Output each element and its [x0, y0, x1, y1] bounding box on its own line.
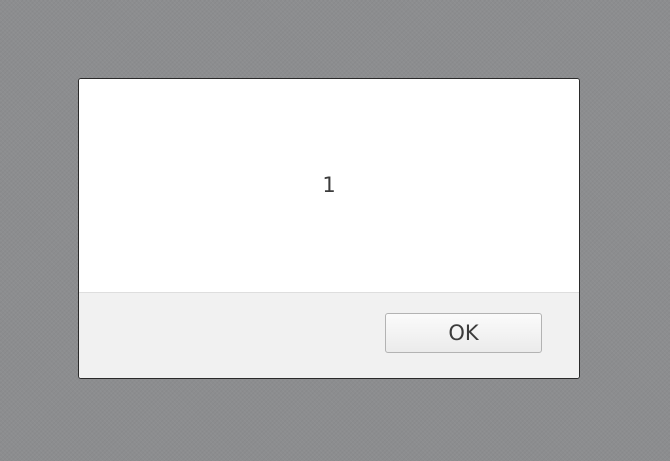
alert-dialog: 1 OK — [78, 78, 580, 379]
dialog-message: 1 — [322, 172, 336, 197]
dialog-body: 1 — [79, 79, 579, 292]
dialog-footer: OK — [79, 292, 579, 378]
ok-button[interactable]: OK — [385, 313, 542, 353]
